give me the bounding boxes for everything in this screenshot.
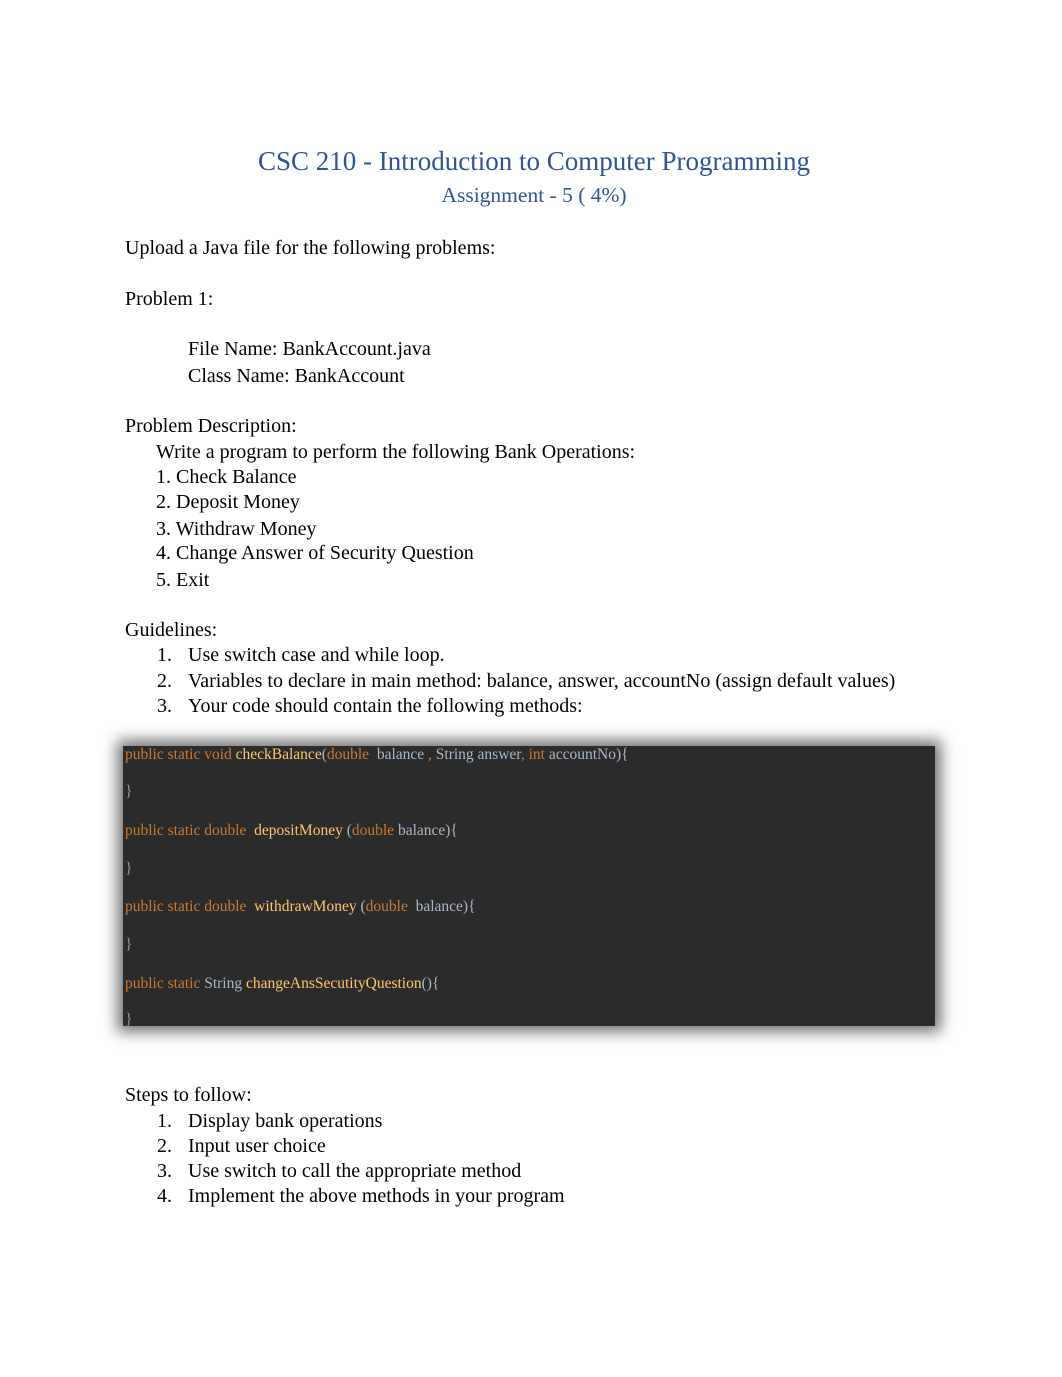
operation-item: 3. Withdraw Money: [156, 518, 317, 540]
document-title: CSC 210 - Introduction to Computer Progr…: [258, 146, 810, 176]
description-lead: Write a program to perform the following…: [156, 441, 636, 463]
class-name-label: Class Name:: [188, 365, 290, 387]
code-token: String: [204, 975, 246, 992]
file-name-value: BankAccount.java: [282, 338, 431, 360]
code-token: double: [365, 898, 412, 915]
code-token: balance: [372, 746, 429, 763]
steps-heading: Steps to follow:: [125, 1084, 252, 1106]
code-token: String answer: [431, 746, 521, 763]
step-text: Input user choice: [188, 1135, 326, 1157]
class-name-row: Class Name: BankAccount: [188, 364, 405, 389]
code-token: public static: [125, 975, 205, 992]
code-token: }: [125, 1011, 133, 1028]
code-token: (){: [421, 975, 440, 992]
code-token: public static void: [125, 746, 236, 763]
code-token: (: [356, 898, 366, 915]
step-text: Implement the above methods in your prog…: [188, 1185, 565, 1207]
guidelines-heading: Guidelines:: [125, 619, 218, 641]
problem-heading: Problem 1:: [125, 288, 214, 310]
guideline-text: Your code should contain the following m…: [188, 695, 583, 717]
step-text: Use switch to call the appropriate metho…: [188, 1160, 522, 1182]
code-token: changeAnsSecutityQuestion: [245, 975, 422, 992]
code-line-close-brace: }: [125, 860, 132, 878]
class-name-value: BankAccount: [294, 365, 405, 387]
code-token: }: [125, 783, 133, 800]
assignment-subtitle: Assignment - 5 ( 4%): [441, 183, 627, 207]
step-item: 3. Use switch to call the appropriate met…: [157, 1159, 521, 1184]
code-token: public static double: [125, 822, 251, 839]
code-token: double: [351, 822, 395, 839]
list-number: 3.: [157, 1160, 172, 1182]
list-number: 4.: [157, 1185, 172, 1207]
description-heading: Problem Description:: [125, 415, 297, 437]
code-token: double: [326, 746, 373, 763]
guideline-item: 2. Variables to declare in main method: b…: [157, 669, 895, 694]
intro-text: Upload a Java file for the following pro…: [125, 237, 496, 259]
guideline-text: Use switch case and while loop.: [188, 644, 445, 666]
operation-item: 4. Change Answer of Security Question: [156, 542, 474, 564]
code-line-depositmoney: public static double depositMoney (doubl…: [125, 822, 458, 840]
code-snippet: public static void checkBalance(double b…: [123, 746, 935, 1029]
list-number: 3.: [157, 695, 172, 717]
operation-item: 2. Deposit Money: [156, 491, 300, 513]
guideline-text: Variables to declare in main method: bal…: [188, 670, 896, 692]
code-token: }: [125, 860, 133, 877]
code-token: balance){: [411, 898, 476, 915]
list-number: 2.: [157, 670, 172, 692]
list-number: 2.: [157, 1135, 172, 1157]
step-item: 2. Input user choice: [157, 1134, 326, 1159]
operation-item: 5. Exit: [156, 569, 210, 591]
code-token: int: [524, 746, 545, 763]
step-text: Display bank operations: [188, 1110, 383, 1132]
code-token: accountNo){: [544, 746, 629, 763]
code-line-close-brace: }: [125, 1011, 132, 1029]
code-line-withdrawmoney: public static double withdrawMoney (doub…: [125, 898, 476, 916]
code-token: checkBalance: [235, 746, 322, 763]
operation-item: 1. Check Balance: [156, 466, 297, 488]
code-line-close-brace: }: [125, 936, 132, 954]
code-token: }: [125, 936, 133, 953]
list-number: 1.: [157, 644, 172, 666]
file-name-label: File Name:: [188, 338, 278, 360]
code-line-close-brace: }: [125, 783, 132, 801]
code-token: withdrawMoney: [250, 898, 357, 915]
file-name-row: File Name: BankAccount.java: [188, 337, 431, 362]
code-token: depositMoney: [250, 822, 343, 839]
code-token: public static double: [125, 898, 251, 915]
step-item: 4. Implement the above methods in your pr…: [157, 1184, 565, 1209]
list-number: 1.: [157, 1110, 172, 1132]
step-item: 1. Display bank operations: [157, 1109, 382, 1134]
code-token: (: [342, 822, 352, 839]
code-line-changeanssecurityquestion: public static String changeAnsSecutityQu…: [125, 975, 439, 993]
guideline-item: 3. Your code should contain the following…: [157, 694, 583, 719]
code-token: balance){: [394, 822, 458, 839]
code-line-checkbalance: public static void checkBalance(double b…: [125, 746, 629, 764]
guideline-item: 1. Use switch case and while loop.: [157, 643, 445, 668]
